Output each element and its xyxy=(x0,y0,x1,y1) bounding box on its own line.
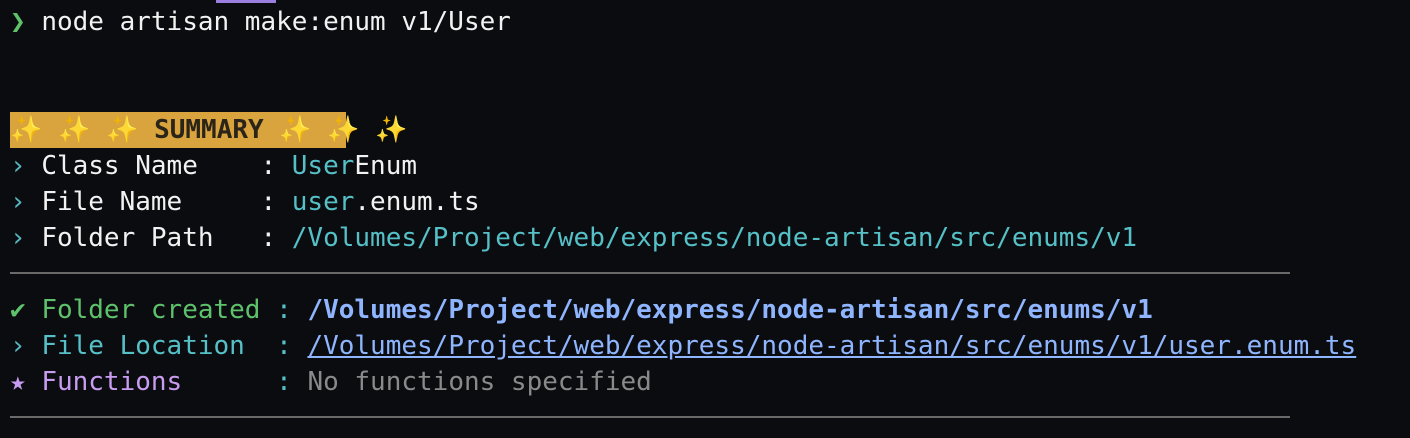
class-name-label: Class Name xyxy=(41,151,261,181)
file-location-label: File Location xyxy=(41,331,277,361)
prompt-chevron-icon: ❯ xyxy=(10,7,26,37)
file-name-prefix: user xyxy=(291,187,355,217)
separator: : xyxy=(260,187,292,217)
separator: : xyxy=(276,331,308,361)
check-icon: ✔ xyxy=(10,295,26,325)
class-name-row: › Class Name : UserEnum xyxy=(10,148,417,184)
file-name-row: › File Name : user.enum.ts xyxy=(10,184,480,220)
file-name-suffix: .enum.ts xyxy=(354,187,480,217)
summary-title: SUMMARY xyxy=(154,115,264,145)
file-location-row: › File Location : /Volumes/Project/web/e… xyxy=(10,328,1356,364)
bullet-chevron-icon: › xyxy=(10,151,26,181)
sparkles-icon: ✨ ✨ ✨ xyxy=(10,115,155,145)
class-name-suffix: Enum xyxy=(354,151,418,181)
terminal-window[interactable]: ❯ node artisan make:enum v1/User ✨ ✨ ✨ S… xyxy=(0,0,1410,438)
bullet-chevron-icon: › xyxy=(10,223,26,253)
class-name-prefix: User xyxy=(291,151,355,181)
command-text: node artisan make:enum v1/User xyxy=(41,7,511,37)
separator: : xyxy=(276,295,308,325)
bullet-chevron-icon: › xyxy=(10,187,26,217)
file-location-link[interactable]: /Volumes/Project/web/express/node-artisa… xyxy=(307,331,1356,361)
folder-created-row: ✔ Folder created : /Volumes/Project/web/… xyxy=(10,292,1153,328)
file-name-label: File Name xyxy=(41,187,261,217)
star-icon: ★ xyxy=(10,367,26,397)
functions-value: No functions specified xyxy=(307,367,652,397)
summary-badge: ✨ ✨ ✨ SUMMARY ✨ ✨ ✨ xyxy=(10,112,408,148)
functions-row: ★ Functions : No functions specified xyxy=(10,364,652,400)
separator: : xyxy=(260,223,292,253)
sparkles-icon: ✨ ✨ ✨ xyxy=(263,115,408,145)
divider xyxy=(10,272,1290,274)
previous-output-fragment xyxy=(216,0,276,3)
folder-path-value: /Volumes/Project/web/express/node-artisa… xyxy=(291,223,1138,253)
folder-path-row: › Folder Path : /Volumes/Project/web/exp… xyxy=(10,220,1137,256)
folder-created-value: /Volumes/Project/web/express/node-artisa… xyxy=(307,295,1153,325)
folder-created-label: Folder created xyxy=(41,295,277,325)
separator: : xyxy=(260,151,292,181)
folder-path-label: Folder Path xyxy=(41,223,261,253)
command-line: ❯ node artisan make:enum v1/User xyxy=(10,4,511,40)
divider xyxy=(10,416,1290,418)
bullet-chevron-icon: › xyxy=(10,331,26,361)
separator: : xyxy=(276,367,308,397)
functions-label: Functions xyxy=(41,367,277,397)
